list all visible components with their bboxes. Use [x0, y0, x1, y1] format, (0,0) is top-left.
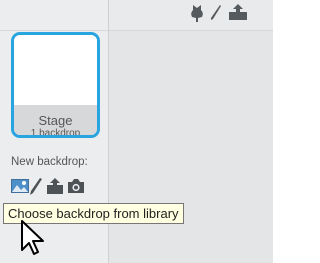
upload-backdrop-icon[interactable] — [46, 178, 64, 200]
camera-icon[interactable] — [67, 178, 85, 200]
sprite-toolbar — [109, 0, 273, 31]
sprite-list-area — [109, 31, 273, 263]
stage-thumbnail-tile[interactable]: Stage 1 backdrop — [11, 32, 100, 138]
backdrop-count: 1 backdrop — [30, 128, 81, 138]
upload-sprite-icon[interactable] — [227, 4, 251, 31]
new-backdrop-label: New backdrop: — [11, 156, 88, 168]
choose-backdrop-from-library-icon[interactable] — [11, 178, 29, 199]
paint-new-backdrop-icon[interactable] — [30, 178, 42, 200]
stage-preview — [14, 35, 97, 105]
paint-new-sprite-icon[interactable] — [210, 4, 222, 31]
choose-sprite-from-library-icon[interactable] — [188, 4, 206, 31]
stage-name: Stage — [38, 113, 73, 128]
divider — [0, 30, 108, 31]
stage-info: Stage 1 backdrop — [14, 105, 97, 135]
mouse-pointer-icon — [21, 220, 47, 261]
